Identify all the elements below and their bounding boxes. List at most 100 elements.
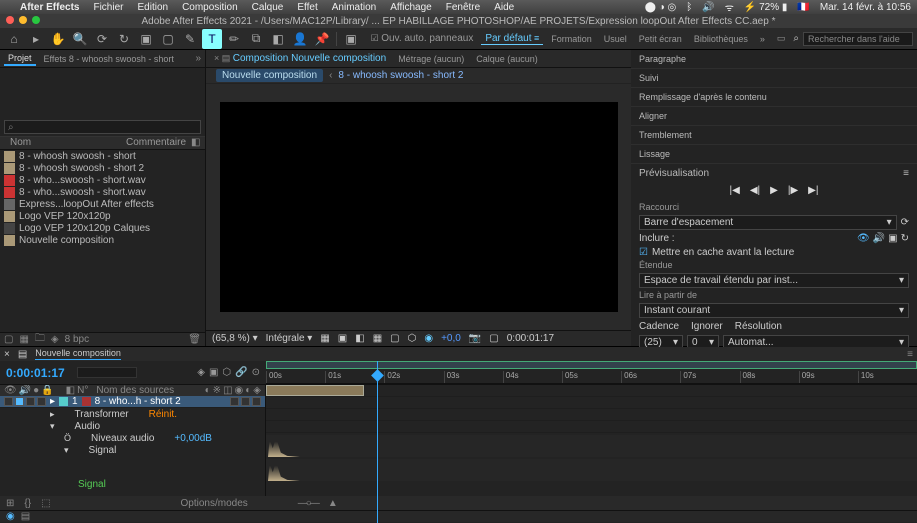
camera-tool[interactable]: ▣ <box>136 29 156 49</box>
sw1[interactable] <box>230 397 239 406</box>
include-video-icon[interactable]: 👁 <box>857 233 870 244</box>
tl-icon3[interactable]: ⬡ <box>222 367 231 378</box>
resolution-dropdown[interactable]: Intégrale ▾ <box>266 333 313 344</box>
status-icon1[interactable]: ◉ <box>6 511 15 522</box>
workspace-standard[interactable]: Usuel <box>600 34 631 44</box>
range-select[interactable]: Espace de travail étendu par inst...▾ <box>639 273 909 288</box>
hand-tool[interactable]: ✋ <box>48 29 68 49</box>
project-item[interactable]: 8 - who...swoosh - short.wav <box>0 186 205 198</box>
breadcrumb-root[interactable]: Nouvelle composition <box>216 69 323 82</box>
menu-window[interactable]: Fenêtre <box>446 2 480 13</box>
layer-name[interactable]: 8 - who...h - short 2 <box>95 396 181 407</box>
tab-composition-prefix[interactable]: × ▤ Composition Nouvelle composition <box>210 52 390 65</box>
eye-col-icon[interactable]: 👁 <box>4 385 17 396</box>
loop-icon[interactable]: ↻ <box>901 233 909 244</box>
tab-footage[interactable]: Métrage (aucun) <box>394 53 468 65</box>
fx-icon[interactable]: ※ <box>213 385 221 396</box>
menu-file[interactable]: Fichier <box>93 2 123 13</box>
sw2[interactable] <box>241 397 250 406</box>
vf-icon1[interactable]: ▦ <box>320 333 329 344</box>
new-comp-icon[interactable]: ▦ <box>19 334 28 345</box>
col-label-icon[interactable]: ◧ <box>191 137 205 149</box>
vf-icon3[interactable]: ◧ <box>355 333 364 344</box>
snapshot-icon[interactable]: 📷 <box>469 333 481 344</box>
timeline-tab[interactable]: Nouvelle composition <box>35 348 121 360</box>
close-tab-icon[interactable]: × <box>4 349 10 360</box>
include-audio-icon[interactable]: 🔊 <box>873 233 885 244</box>
work-area-bar[interactable] <box>266 361 917 369</box>
tab-effects[interactable]: Effets 8 - whoosh swoosh - short <box>40 53 178 65</box>
adjust-icon[interactable]: ◈ <box>51 334 59 345</box>
prop-audio[interactable]: ▾ Audio <box>0 420 265 432</box>
type-tool[interactable]: T <box>202 29 222 49</box>
project-item[interactable]: Logo VEP 120x120p Calques <box>0 222 205 234</box>
roto-tool[interactable]: 👤 <box>290 29 310 49</box>
timeline-search[interactable] <box>77 367 137 378</box>
cache-checkbox[interactable]: ☑ <box>639 247 648 258</box>
vf-icon2[interactable]: ▣ <box>338 333 347 344</box>
eye-toggle[interactable] <box>4 397 13 406</box>
status-icon2[interactable]: ▤ <box>21 511 30 522</box>
last-frame-button[interactable]: ▶| <box>808 185 818 196</box>
project-item[interactable]: 8 - whoosh swoosh - short 2 <box>0 162 205 174</box>
preview-title[interactable]: Prévisualisation <box>639 168 709 179</box>
project-item[interactable]: 8 - who...swoosh - short.wav <box>0 174 205 186</box>
prop-audio-levels[interactable]: Ö Niveaux audio+0,00dB <box>0 432 265 444</box>
include-overlay-icon[interactable]: ▣ <box>888 233 897 244</box>
menu-animation[interactable]: Animation <box>332 2 376 13</box>
shortcut-select[interactable]: Barre d'espacement▾ <box>639 215 897 230</box>
audio-clip[interactable] <box>266 385 364 396</box>
home-icon[interactable]: ⌂ <box>4 29 24 49</box>
help-search-input[interactable]: Rechercher dans l'aide <box>803 32 913 46</box>
prop-waveform[interactable]: ▾ Signal <box>0 444 265 456</box>
label-col-icon[interactable]: ◧ <box>66 385 75 396</box>
interpret-icon[interactable]: ▢ <box>4 334 13 345</box>
tl-icon1[interactable]: ◈ <box>197 367 205 378</box>
toggle-switches-icon[interactable]: ⊞ <box>6 498 14 509</box>
solo-col-icon[interactable]: ● <box>33 385 39 396</box>
bit-depth[interactable]: 8 bpc <box>65 334 89 345</box>
workspace-libs[interactable]: Bibliothèques <box>690 34 752 44</box>
project-item[interactable]: Express...loopOut After effects <box>0 198 205 210</box>
lock-toggle[interactable] <box>37 397 46 406</box>
next-frame-button[interactable]: |▶ <box>788 185 798 196</box>
shape-tool[interactable]: ▢ <box>158 29 178 49</box>
tab-layer[interactable]: Calque (aucun) <box>472 53 542 65</box>
vf-icon5[interactable]: ▢ <box>390 333 399 344</box>
col-comment[interactable]: Commentaire <box>121 137 191 149</box>
adjustment-icon[interactable]: ◐ <box>245 385 251 396</box>
menu-view[interactable]: Affichage <box>390 2 432 13</box>
tl-icon2[interactable]: ▣ <box>209 367 218 378</box>
panel-wiggler[interactable]: Tremblement <box>631 126 917 145</box>
project-item[interactable]: Nouvelle composition <box>0 234 205 246</box>
flag-icon[interactable]: 🇫🇷 <box>797 2 809 13</box>
workspace-small[interactable]: Petit écran <box>635 34 686 44</box>
solo-toggle[interactable] <box>26 397 35 406</box>
vf-icon6[interactable]: ⬡ <box>408 333 417 344</box>
panel-tracker[interactable]: Suivi <box>631 69 917 88</box>
menu-layer[interactable]: Calque <box>252 2 284 13</box>
reset-icon[interactable]: ⟳ <box>901 217 909 228</box>
menu-effect[interactable]: Effet <box>297 2 317 13</box>
zoom-tool[interactable]: 🔍 <box>70 29 90 49</box>
lock-col-icon[interactable]: 🔒 <box>41 385 53 396</box>
puppet-tool[interactable]: 📌 <box>312 29 332 49</box>
clock[interactable]: Mar. 14 févr. à 10:56 <box>820 2 911 13</box>
exposure[interactable]: +0,0 <box>441 333 461 344</box>
brush-tool[interactable]: ✏ <box>224 29 244 49</box>
layer-row[interactable]: ▸ 1 8 - who...h - short 2 <box>0 396 265 408</box>
panel-menu-icon[interactable]: » <box>195 53 201 64</box>
motion-blur-icon[interactable]: ◉ <box>235 385 244 396</box>
new-folder-icon[interactable]: 🗀 <box>35 331 45 348</box>
panel-smoother[interactable]: Lissage <box>631 145 917 164</box>
bluetooth-icon[interactable]: ᛒ <box>686 2 692 13</box>
shy-icon[interactable]: ◐ <box>205 385 211 396</box>
composition-canvas[interactable] <box>220 102 618 312</box>
play-button[interactable]: ▶ <box>770 185 778 196</box>
clone-tool[interactable]: ⧉ <box>246 29 266 49</box>
brace-icon[interactable]: {} <box>24 498 31 509</box>
twirl-icon[interactable]: ▸ <box>50 396 55 407</box>
col-name[interactable]: Nom <box>0 137 121 149</box>
menu-composition[interactable]: Composition <box>182 2 238 13</box>
wifi-icon[interactable]: ᯤ <box>725 0 734 14</box>
